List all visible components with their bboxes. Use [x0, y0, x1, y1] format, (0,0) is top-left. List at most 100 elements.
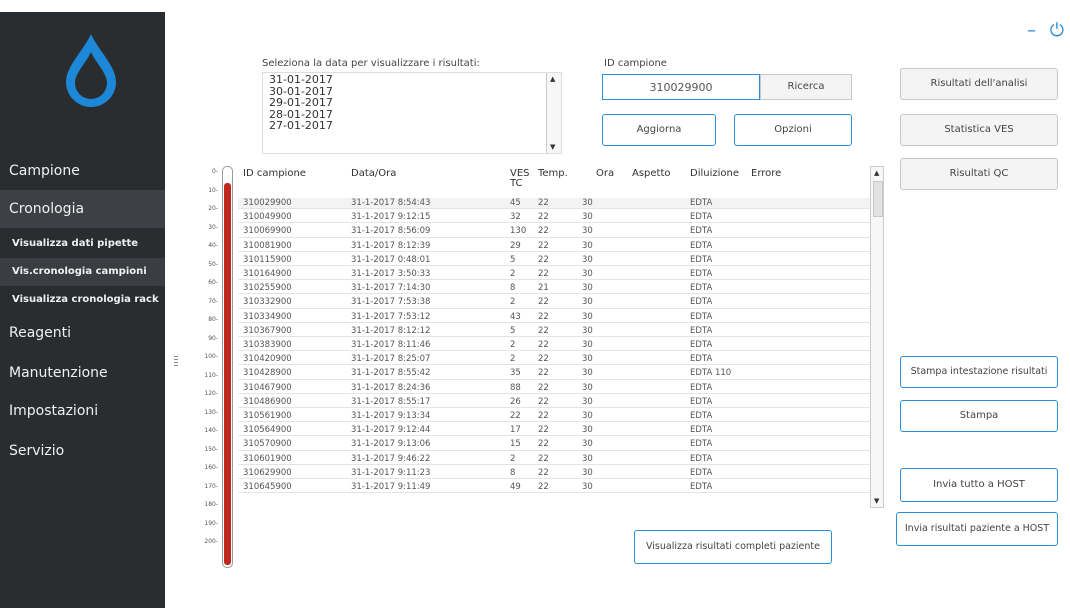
- table-row[interactable]: 310570900 31-1-2017 9:13:06 15 22 30 EDTA: [238, 439, 870, 451]
- table-cell: 22: [510, 411, 521, 421]
- table-cell: 31-1-2017 0:48:01: [351, 254, 431, 265]
- qc-results-button[interactable]: Risultati QC: [900, 158, 1058, 190]
- thermometer-tick: 30-: [208, 223, 218, 231]
- table-cell: 49: [510, 482, 521, 492]
- sidebar-item-campione[interactable]: Campione: [0, 152, 165, 190]
- sidebar-item-visualizza-cronologia-rack[interactable]: Visualizza cronologia rack: [0, 286, 165, 314]
- table-cell: EDTA: [690, 325, 713, 336]
- table-cell: 45: [510, 198, 521, 208]
- table-row[interactable]: 310383900 31-1-2017 8:11:46 2 22 30 EDTA: [238, 340, 870, 352]
- table-cell: 8: [510, 467, 516, 478]
- sidebar-item-cronologia[interactable]: Cronologia: [0, 190, 165, 228]
- date-list-scrollbar[interactable]: ▲ ▼: [546, 73, 561, 153]
- drag-handle-icon[interactable]: [174, 356, 178, 368]
- table-row[interactable]: 310645900 31-1-2017 9:11:49 49 22 30 EDTA: [238, 482, 870, 494]
- table-row[interactable]: 310081900 31-1-2017 8:12:39 29 22 30 EDTA: [238, 241, 870, 252]
- minimize-icon[interactable]: –: [1027, 20, 1036, 41]
- table-cell: 310029900: [243, 198, 292, 208]
- thermometer-tick: 110-: [204, 371, 218, 379]
- analysis-results-button[interactable]: Risultati dell'analisi: [900, 68, 1058, 100]
- table-cell: 310049900: [243, 212, 292, 223]
- sidebar-item-servizio[interactable]: Servizio: [0, 432, 165, 470]
- table-row[interactable]: 310029900 31-1-2017 8:54:43 45 22 30 EDTA: [238, 198, 870, 210]
- table-row[interactable]: 310629900 31-1-2017 9:11:23 8 22 30 EDTA: [238, 468, 870, 479]
- update-button[interactable]: Aggiorna: [602, 114, 716, 146]
- print-button[interactable]: Stampa: [900, 400, 1058, 432]
- scroll-up-icon[interactable]: ▲: [874, 169, 879, 177]
- sidebar-item-reagenti[interactable]: Reagenti: [0, 314, 165, 352]
- table-row[interactable]: 310164900 31-1-2017 3:50:33 2 22 30 EDTA: [238, 269, 870, 281]
- table-cell: EDTA: [690, 354, 713, 365]
- table-row[interactable]: 310486900 31-1-2017 8:55:17 26 22 30 EDTA: [238, 397, 870, 408]
- table-row[interactable]: 310564900 31-1-2017 9:12:44 17 22 30 EDTA: [238, 425, 870, 437]
- table-cell: 29: [510, 240, 521, 251]
- table-cell: EDTA: [690, 425, 713, 436]
- table-cell: 30: [582, 382, 593, 393]
- table-scroll-thumb[interactable]: [873, 181, 883, 217]
- table-cell: EDTA: [690, 311, 713, 322]
- scroll-up-icon[interactable]: ▲: [550, 75, 555, 83]
- sidebar-item-manutenzione[interactable]: Manutenzione: [0, 354, 165, 392]
- table-cell: EDTA: [690, 396, 713, 407]
- table-cell: 22: [538, 396, 549, 407]
- table-row[interactable]: 310561900 31-1-2017 9:13:34 22 22 30 EDTA: [238, 411, 870, 423]
- table-cell: 35: [510, 368, 521, 379]
- sidebar-item-vis-cronologia-campioni[interactable]: Vis.cronologia campioni: [0, 258, 165, 286]
- search-button[interactable]: Ricerca: [760, 74, 852, 100]
- table-cell: 22: [538, 382, 549, 393]
- table-row[interactable]: 310332900 31-1-2017 7:53:38 2 22 30 EDTA: [238, 297, 870, 309]
- table-row[interactable]: 310334900 31-1-2017 7:53:12 43 22 30 EDTA: [238, 312, 870, 323]
- table-cell: 31-1-2017 9:13:06: [351, 439, 431, 450]
- date-list[interactable]: 31-01-2017 30-01-2017 29-01-2017 28-01-2…: [262, 72, 562, 154]
- table-cell: 31-1-2017 9:13:34: [351, 411, 431, 421]
- date-item[interactable]: 29-01-2017: [263, 97, 561, 109]
- thermometer-tick: 190-: [204, 519, 218, 527]
- table-row[interactable]: 310049900 31-1-2017 9:12:15 32 22 30 EDTA: [238, 212, 870, 224]
- table-cell: 310069900: [243, 226, 292, 237]
- sample-id-input[interactable]: 310029900: [602, 74, 760, 100]
- table-row[interactable]: 310420900 31-1-2017 8:25:07 2 22 30 EDTA: [238, 354, 870, 366]
- table-scrollbar[interactable]: ▲ ▼: [870, 166, 884, 508]
- sample-id-label: ID campione: [604, 58, 667, 69]
- table-row[interactable]: 310115900 31-1-2017 0:48:01 5 22 30 EDTA: [238, 255, 870, 266]
- scroll-down-icon[interactable]: ▼: [874, 497, 879, 505]
- table-cell: 31-1-2017 8:55:17: [351, 396, 431, 407]
- table-cell: 310383900: [243, 340, 292, 350]
- options-button[interactable]: Opzioni: [734, 114, 852, 146]
- table-cell: 22: [538, 269, 549, 279]
- thermometer-tick: 20-: [208, 205, 218, 212]
- power-icon[interactable]: ⏻: [1050, 20, 1064, 41]
- table-row[interactable]: 310467900 31-1-2017 8:24:36 88 22 30 EDTA: [238, 383, 870, 394]
- water-drop-logo-icon: [66, 34, 116, 107]
- table-row[interactable]: 310428900 31-1-2017 8:55:42 35 22 30 EDTA 110: [238, 368, 870, 380]
- col-header-errore: Errore: [751, 168, 782, 179]
- table-row[interactable]: 310255900 31-1-2017 7:14:30 8 21 30 EDTA: [238, 283, 870, 295]
- table-cell: 310081900: [243, 240, 292, 251]
- send-all-to-host-button[interactable]: Invia tutto a HOST: [900, 468, 1058, 502]
- sidebar-item-visualizza-dati-pipette[interactable]: Visualizza dati pipette: [0, 230, 165, 258]
- ves-statistics-button[interactable]: Statistica VES: [900, 114, 1058, 146]
- thermometer-tick: 170-: [204, 482, 218, 490]
- table-cell: 310367900: [243, 325, 292, 336]
- table-cell: 32: [510, 212, 521, 223]
- table-cell: 2: [510, 340, 516, 350]
- table-cell: 310332900: [243, 297, 292, 308]
- table-cell: 31-1-2017 8:56:09: [351, 226, 431, 237]
- table-cell: 31-1-2017 3:50:33: [351, 269, 431, 279]
- print-results-header-button[interactable]: Stampa intestazione risultati: [900, 356, 1058, 388]
- sidebar-item-impostazioni[interactable]: Impostazioni: [0, 392, 165, 430]
- col-header-ves-tc: VES TC: [510, 168, 530, 189]
- table-cell: 310561900: [243, 411, 292, 421]
- table-row[interactable]: 310069900 31-1-2017 8:56:09 130 22 30 EDTA: [238, 226, 870, 238]
- table-row[interactable]: 310601900 31-1-2017 9:46:22 2 22 30 EDTA: [238, 454, 870, 465]
- scroll-down-icon[interactable]: ▼: [550, 143, 555, 151]
- table-cell: 43: [510, 311, 521, 322]
- table-cell: 22: [538, 482, 549, 492]
- send-patient-results-to-host-button[interactable]: Invia risultati paziente a HOST: [896, 512, 1058, 546]
- date-item[interactable]: 27-01-2017: [263, 120, 561, 132]
- table-cell: 22: [538, 240, 549, 251]
- date-item[interactable]: 31-01-2017: [263, 74, 561, 86]
- col-header-sample-id: ID campione: [243, 168, 306, 179]
- table-row[interactable]: 310367900 31-1-2017 8:12:12 5 22 30 EDTA: [238, 326, 870, 337]
- view-full-patient-results-button[interactable]: Visualizza risultati completi paziente: [634, 530, 832, 564]
